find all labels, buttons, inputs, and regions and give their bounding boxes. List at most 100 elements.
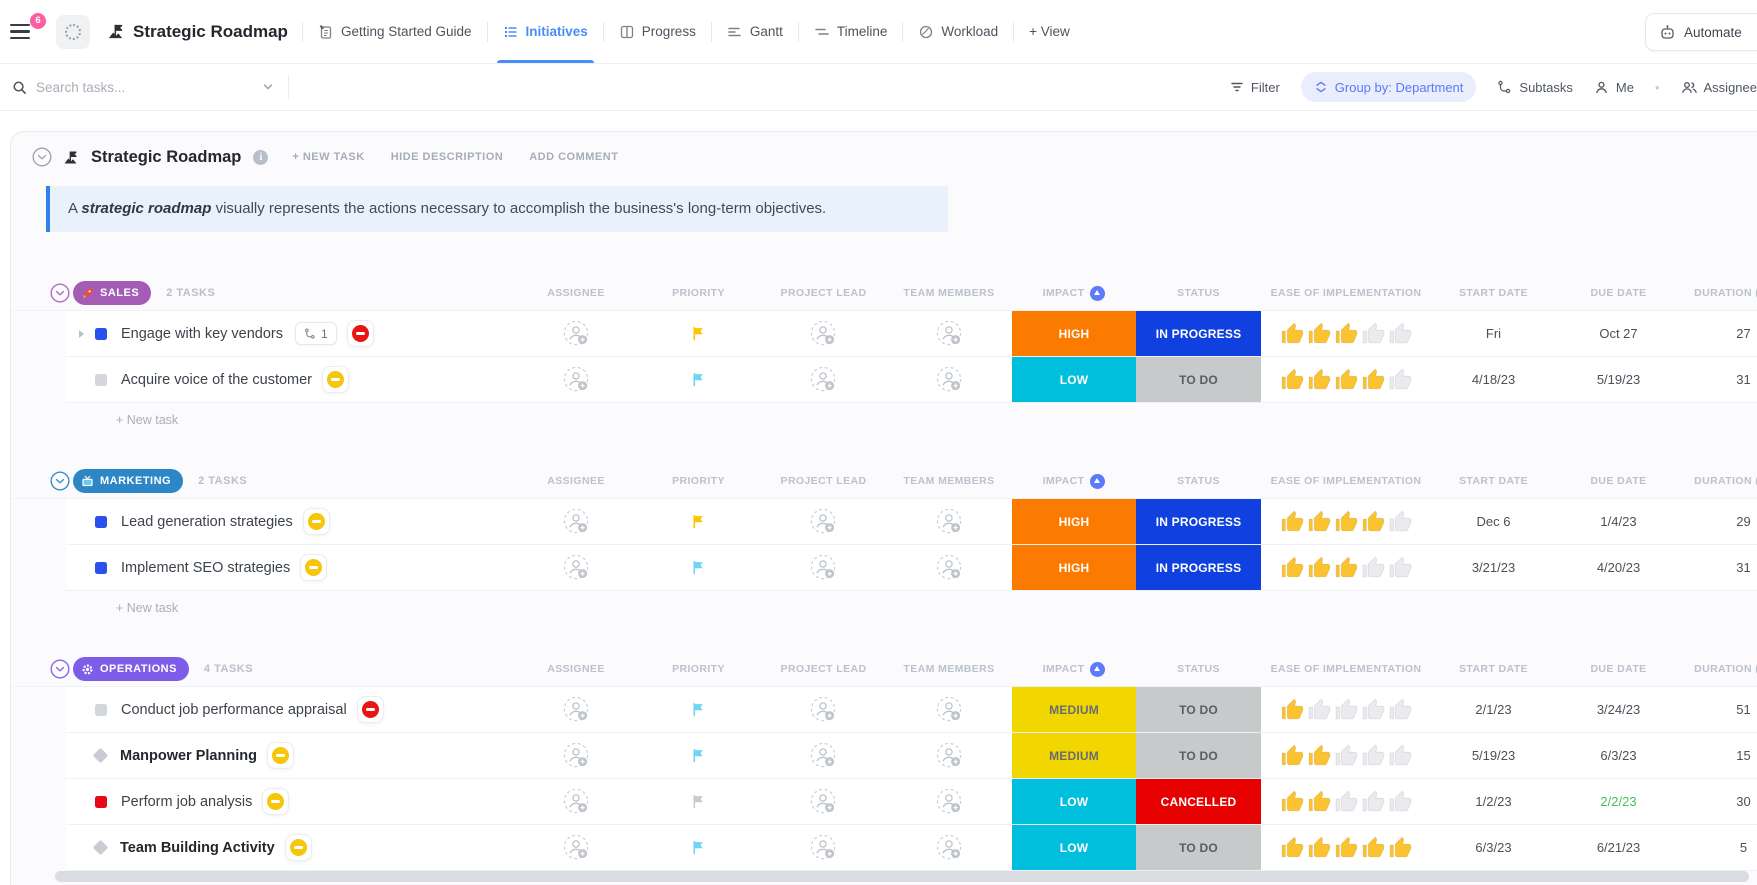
tab-workload[interactable]: Workload (903, 0, 1013, 63)
sidebar-menu-button[interactable]: 6 (10, 17, 40, 47)
start-date[interactable]: 4/18/23 (1431, 372, 1556, 387)
column-header-team-members[interactable]: TEAM MEMBERS (886, 287, 1012, 299)
column-header-priority[interactable]: PRIORITY (636, 663, 761, 675)
column-header-project-lead[interactable]: PROJECT LEAD (761, 287, 886, 299)
column-header-assignee[interactable]: ASSIGNEE (516, 663, 636, 675)
column-header-due-date[interactable]: DUE DATE (1556, 663, 1681, 675)
column-header-start-date[interactable]: START DATE (1431, 287, 1556, 299)
task-row[interactable]: Perform job analysis LOW CANCELLED 1/2/2… (66, 779, 1757, 825)
thumb-filled-icon[interactable] (1280, 835, 1305, 860)
duration-value[interactable]: 29 (1681, 514, 1757, 529)
task-name[interactable]: Engage with key vendors (121, 326, 283, 342)
column-header-priority[interactable]: PRIORITY (636, 475, 761, 487)
add-team-member-avatar[interactable] (936, 366, 963, 393)
thumb-filled-icon[interactable] (1388, 835, 1413, 860)
thumb-empty-icon[interactable] (1388, 555, 1413, 580)
add-project-lead-avatar[interactable] (810, 834, 837, 861)
yellow-minus-indicator-icon[interactable] (303, 508, 330, 535)
add-assignee-avatar[interactable] (563, 554, 590, 581)
ease-of-implementation-rating[interactable] (1261, 555, 1431, 580)
task-status-square-icon[interactable] (95, 562, 107, 574)
sort-ascending-icon[interactable] (1090, 662, 1105, 677)
add-comment-button[interactable]: ADD COMMENT (529, 151, 618, 163)
search-box[interactable] (12, 80, 274, 95)
priority-cell[interactable] (636, 514, 761, 529)
start-date[interactable]: 2/1/23 (1431, 702, 1556, 717)
impact-value[interactable]: LOW (1012, 779, 1136, 824)
column-header-due-date[interactable]: DUE DATE (1556, 287, 1681, 299)
due-date[interactable]: 1/4/23 (1556, 514, 1681, 529)
start-date[interactable]: 3/21/23 (1431, 560, 1556, 575)
column-header-duration[interactable]: DURATION (DAYS) (1681, 663, 1757, 675)
column-header-duration[interactable]: DURATION (DAYS) (1681, 475, 1757, 487)
sort-ascending-icon[interactable] (1090, 474, 1105, 489)
column-header-duration[interactable]: DURATION (DAYS) (1681, 287, 1757, 299)
ease-of-implementation-rating[interactable] (1261, 509, 1431, 534)
tab-gantt[interactable]: Gantt (712, 0, 798, 63)
thumb-filled-icon[interactable] (1334, 321, 1359, 346)
impact-value[interactable]: LOW (1012, 825, 1136, 870)
new-task-row[interactable]: + New task (66, 591, 1757, 624)
due-date[interactable]: 5/19/23 (1556, 372, 1681, 387)
add-assignee-avatar[interactable] (563, 834, 590, 861)
thumb-filled-icon[interactable] (1280, 697, 1305, 722)
thumb-filled-icon[interactable] (1334, 509, 1359, 534)
thumb-empty-icon[interactable] (1361, 697, 1386, 722)
add-assignee-avatar[interactable] (563, 508, 590, 535)
add-project-lead-avatar[interactable] (810, 320, 837, 347)
task-row[interactable]: Manpower Planning MEDIUM TO DO 5/19/23 6… (66, 733, 1757, 779)
task-name[interactable]: Conduct job performance appraisal (121, 702, 347, 718)
column-header-status[interactable]: STATUS (1136, 663, 1261, 675)
ease-of-implementation-rating[interactable] (1261, 789, 1431, 814)
column-header-project-lead[interactable]: PROJECT LEAD (761, 475, 886, 487)
group-title[interactable]: MARKETING 2 TASKS (66, 469, 516, 493)
column-header-assignee[interactable]: ASSIGNEE (516, 475, 636, 487)
thumb-empty-icon[interactable] (1361, 321, 1386, 346)
task-name[interactable]: Lead generation strategies (121, 514, 293, 530)
automate-button[interactable]: Automate (1645, 13, 1757, 51)
thumb-filled-icon[interactable] (1307, 555, 1332, 580)
task-status-square-icon[interactable] (95, 796, 107, 808)
due-date[interactable]: 3/24/23 (1556, 702, 1681, 717)
start-date[interactable]: Dec 6 (1431, 514, 1556, 529)
column-header-priority[interactable]: PRIORITY (636, 287, 761, 299)
tab-initiatives[interactable]: Initiatives (488, 0, 603, 63)
status-value[interactable]: IN PROGRESS (1136, 311, 1261, 356)
thumb-empty-icon[interactable] (1388, 789, 1413, 814)
thumb-filled-icon[interactable] (1280, 509, 1305, 534)
task-row[interactable]: Engage with key vendors 1 HIGH IN PROGRE… (66, 311, 1757, 357)
thumb-empty-icon[interactable] (1388, 321, 1413, 346)
thumb-empty-icon[interactable] (1388, 743, 1413, 768)
thumb-filled-icon[interactable] (1280, 743, 1305, 768)
thumb-filled-icon[interactable] (1334, 555, 1359, 580)
thumb-filled-icon[interactable] (1307, 789, 1332, 814)
add-project-lead-avatar[interactable] (810, 508, 837, 535)
task-row[interactable]: Conduct job performance appraisal MEDIUM… (66, 687, 1757, 733)
start-date[interactable]: 1/2/23 (1431, 794, 1556, 809)
column-header-impact[interactable]: IMPACT (1012, 286, 1136, 301)
start-date[interactable]: Fri (1431, 326, 1556, 341)
red-minus-indicator-icon[interactable] (347, 320, 374, 347)
hide-description-button[interactable]: HIDE DESCRIPTION (391, 151, 504, 163)
ease-of-implementation-rating[interactable] (1261, 321, 1431, 346)
duration-value[interactable]: 15 (1681, 748, 1757, 763)
task-status-square-icon[interactable] (95, 516, 107, 528)
thumb-empty-icon[interactable] (1388, 697, 1413, 722)
thumb-filled-icon[interactable] (1280, 555, 1305, 580)
add-project-lead-avatar[interactable] (810, 696, 837, 723)
thumb-empty-icon[interactable] (1388, 509, 1413, 534)
thumb-empty-icon[interactable] (1388, 367, 1413, 392)
group-by-button[interactable]: Group by: Department (1301, 72, 1477, 102)
add-project-lead-avatar[interactable] (810, 366, 837, 393)
tab-progress[interactable]: Progress (604, 0, 711, 63)
duration-value[interactable]: 31 (1681, 560, 1757, 575)
add-assignee-avatar[interactable] (563, 320, 590, 347)
thumb-filled-icon[interactable] (1307, 743, 1332, 768)
impact-value[interactable]: HIGH (1012, 545, 1136, 590)
thumb-empty-icon[interactable] (1361, 743, 1386, 768)
thumb-filled-icon[interactable] (1334, 835, 1359, 860)
task-status-square-icon[interactable] (95, 328, 107, 340)
duration-value[interactable]: 51 (1681, 702, 1757, 717)
ease-of-implementation-rating[interactable] (1261, 743, 1431, 768)
add-project-lead-avatar[interactable] (810, 742, 837, 769)
